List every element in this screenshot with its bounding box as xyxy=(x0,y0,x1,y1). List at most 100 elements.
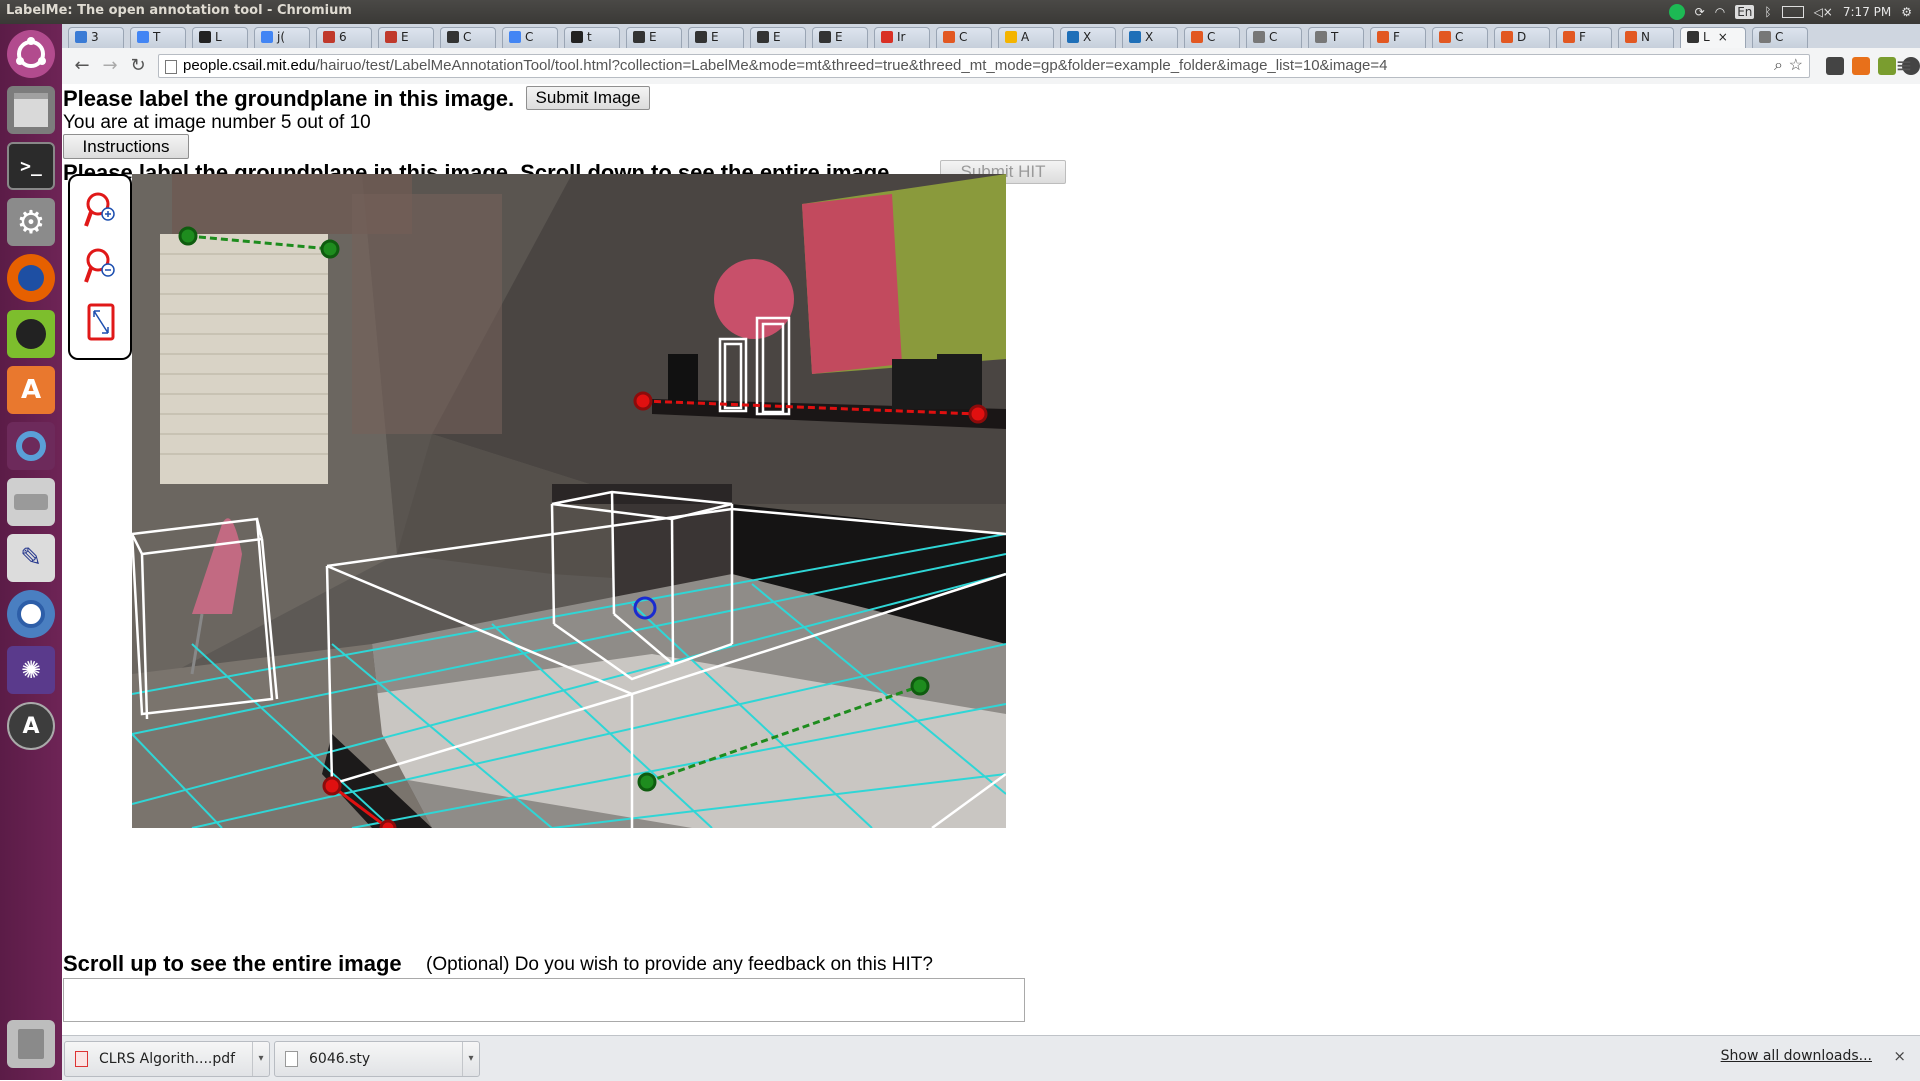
tab-label: X xyxy=(1083,30,1092,44)
browser-tab[interactable]: Ir xyxy=(874,27,930,48)
show-all-downloads-link[interactable]: Show all downloads... xyxy=(1721,1048,1872,1064)
browser-tab[interactable]: 6 xyxy=(316,27,372,48)
feedback-textarea[interactable] xyxy=(63,978,1025,1022)
files-icon[interactable] xyxy=(7,86,55,134)
k-extension-icon[interactable] xyxy=(1852,57,1870,75)
tab-favicon-icon xyxy=(1625,31,1637,43)
tab-favicon-icon xyxy=(261,31,273,43)
tab-label: A xyxy=(1021,30,1030,44)
sync-tray-icon[interactable]: ⟳ xyxy=(1695,5,1705,19)
browser-tab[interactable]: T xyxy=(1308,27,1364,48)
downloads-bar: CLRS Algorith....pdf ▾ 6046.sty ▾ Show a… xyxy=(62,1035,1920,1081)
url-path: /hairuo/test/LabelMeAnnotationTool/tool.… xyxy=(315,57,1388,74)
file-icon xyxy=(285,1051,298,1067)
download-menu-chevron-icon[interactable]: ▾ xyxy=(462,1042,479,1076)
browser-tab[interactable]: X xyxy=(1060,27,1116,48)
settings-icon[interactable]: ⚙ xyxy=(7,198,55,246)
zoom-out-icon[interactable] xyxy=(84,246,118,291)
browser-tab[interactable]: t xyxy=(564,27,620,48)
app-icon[interactable] xyxy=(7,422,55,470)
annotation-image[interactable] xyxy=(132,174,1006,828)
browser-tab[interactable]: F xyxy=(1370,27,1426,48)
software-center-icon[interactable]: A xyxy=(7,366,55,414)
submit-image-button[interactable]: Submit Image xyxy=(526,86,650,110)
address-bar[interactable]: people.csail.mit.edu/hairuo/test/LabelMe… xyxy=(158,54,1810,78)
spotify-icon[interactable] xyxy=(7,310,55,358)
browser-tab[interactable]: A xyxy=(998,27,1054,48)
zoom-in-icon[interactable] xyxy=(84,190,118,235)
trash-icon[interactable] xyxy=(7,1020,55,1068)
browser-tab[interactable]: L × xyxy=(1680,27,1746,49)
terminal-icon[interactable]: >_ xyxy=(7,142,55,190)
tab-label: N xyxy=(1641,30,1650,44)
tab-favicon-icon xyxy=(1315,31,1327,43)
tab-label: C xyxy=(1455,30,1464,44)
instructions-button[interactable]: Instructions xyxy=(63,134,189,159)
chromium-icon[interactable] xyxy=(7,590,55,638)
feedback-prompt: (Optional) Do you wish to provide any fe… xyxy=(426,954,933,975)
tab-label: E xyxy=(401,30,409,44)
close-downloads-bar-icon[interactable]: × xyxy=(1893,1047,1906,1065)
system-top-panel: LabelMe: The open annotation tool - Chro… xyxy=(0,0,1920,24)
browser-tab[interactable]: C xyxy=(1246,27,1302,48)
scroll-up-text: Scroll up to see the entire image xyxy=(63,951,402,976)
zoom-icon[interactable]: ⌕ xyxy=(1774,55,1783,77)
fit-to-screen-icon[interactable] xyxy=(86,302,116,347)
browser-tab[interactable]: C xyxy=(1184,27,1240,48)
browser-tab[interactable]: C xyxy=(1432,27,1488,48)
firefox-icon[interactable] xyxy=(7,254,55,302)
tab-favicon-icon xyxy=(509,31,521,43)
reload-button[interactable]: ↻ xyxy=(128,56,148,76)
browser-tab[interactable]: N xyxy=(1618,27,1674,48)
tab-label: C xyxy=(1269,30,1278,44)
browser-tab[interactable]: L xyxy=(192,27,248,48)
wifi-tray-icon[interactable]: ◠ xyxy=(1715,5,1725,19)
browser-tab[interactable]: 3 xyxy=(68,27,124,48)
system-tray: ⟳ ◠ En ᛒ ◁× 7:17 PM ⚙ xyxy=(1668,2,1912,22)
download-menu-chevron-icon[interactable]: ▾ xyxy=(252,1042,269,1076)
tab-label: L xyxy=(1703,30,1710,44)
browser-tab[interactable]: C xyxy=(502,27,558,48)
drive-icon[interactable] xyxy=(7,478,55,526)
tab-favicon-icon xyxy=(447,31,459,43)
shotwell-icon[interactable]: ✺ xyxy=(7,646,55,694)
browser-tab[interactable]: E xyxy=(626,27,682,48)
extension-icon[interactable] xyxy=(1826,57,1844,75)
browser-tab[interactable]: T xyxy=(130,27,186,48)
browser-tab[interactable]: C xyxy=(440,27,496,48)
ubuntu-logo-icon[interactable] xyxy=(7,30,55,78)
volume-tray-icon[interactable]: ◁× xyxy=(1814,5,1833,19)
browser-tab[interactable]: E xyxy=(812,27,868,48)
bluetooth-tray-icon[interactable]: ᛒ xyxy=(1764,5,1771,19)
forward-button[interactable]: → xyxy=(100,56,120,76)
chrome-menu-icon[interactable]: ≡ xyxy=(1894,55,1914,75)
updater-icon[interactable]: A xyxy=(7,702,55,750)
browser-tab[interactable]: E xyxy=(688,27,744,48)
browser-tab[interactable]: D xyxy=(1494,27,1550,48)
browser-tab[interactable]: j( xyxy=(254,27,310,48)
browser-tab[interactable]: X xyxy=(1122,27,1178,48)
browser-tab[interactable]: C xyxy=(1752,27,1808,48)
bookmark-star-icon[interactable]: ☆ xyxy=(1789,55,1803,77)
browser-tab[interactable]: F xyxy=(1556,27,1612,48)
battery-tray-icon[interactable] xyxy=(1781,6,1804,18)
tab-favicon-icon xyxy=(1377,31,1389,43)
back-button[interactable]: ← xyxy=(72,56,92,76)
text-editor-icon[interactable]: ✎ xyxy=(7,534,55,582)
keyboard-layout-indicator[interactable]: En xyxy=(1735,5,1755,19)
download-item-sty[interactable]: 6046.sty ▾ xyxy=(274,1041,480,1077)
tab-favicon-icon xyxy=(1129,31,1141,43)
browser-tab[interactable]: E xyxy=(378,27,434,48)
clock[interactable]: 7:17 PM xyxy=(1843,5,1891,19)
browser-tab[interactable]: C xyxy=(936,27,992,48)
spotify-tray-icon[interactable] xyxy=(1668,4,1685,20)
tab-favicon-icon xyxy=(881,31,893,43)
browser-tab[interactable]: E xyxy=(750,27,806,48)
tab-close-icon[interactable]: × xyxy=(1718,30,1728,44)
tab-favicon-icon xyxy=(819,31,831,43)
session-gear-icon[interactable]: ⚙ xyxy=(1901,5,1912,19)
download-item-pdf[interactable]: CLRS Algorith....pdf ▾ xyxy=(64,1041,270,1077)
tab-label: C xyxy=(1207,30,1216,44)
tab-label: j( xyxy=(277,30,286,44)
tab-label: C xyxy=(525,30,534,44)
